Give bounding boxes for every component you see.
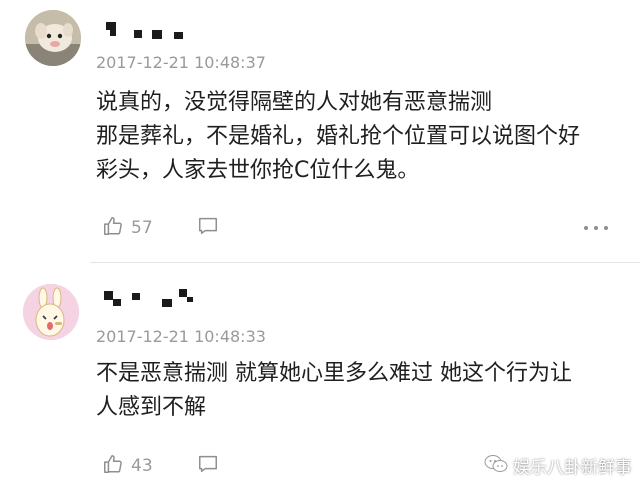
comment-text-line: 说真的，没觉得隔壁的人对她有恶意揣测 (96, 90, 493, 115)
comment-item-1: 2017-12-21 10:48:37 说真的，没觉得隔壁的人对她有恶意揣测 那… (0, 0, 640, 262)
comment-timestamp: 2017-12-21 10:48:33 (96, 327, 266, 346)
avatar[interactable] (23, 284, 79, 340)
watermark: 娱乐八卦新鲜事 (484, 453, 632, 478)
comment-text-line: 不是恶意揣测 就算她心里多么难过 她这个行为让 (96, 361, 572, 386)
like-count: 57 (131, 218, 153, 238)
comment-timestamp: 2017-12-21 10:48:37 (96, 53, 266, 72)
more-button[interactable] (584, 226, 608, 230)
comment-actions: 43 (102, 453, 219, 479)
like-button[interactable]: 57 (102, 215, 153, 241)
thumbs-up-icon (102, 215, 124, 241)
reply-button[interactable] (197, 215, 219, 241)
comment-text-line: 那是葬礼，不是婚礼，婚礼抢个位置可以说图个好 (96, 124, 581, 149)
comment-text: 不是恶意揣测 就算她心里多么难过 她这个行为让 人感到不解 (96, 357, 572, 425)
thumbs-up-icon (102, 453, 124, 479)
comment-bubble-icon (197, 215, 219, 241)
comment-text-line: 人感到不解 (96, 395, 207, 420)
wechat-icon (484, 454, 508, 478)
comment-text-line: 彩头，人家去世你抢C位什么鬼。 (96, 158, 420, 183)
comment-actions: 57 (102, 215, 219, 241)
avatar[interactable] (25, 10, 81, 66)
comment-text: 说真的，没觉得隔壁的人对她有恶意揣测 那是葬礼，不是婚礼，婚礼抢个位置可以说图个… (96, 86, 580, 188)
watermark-text: 娱乐八卦新鲜事 (513, 458, 632, 478)
comment-bubble-icon (197, 453, 219, 479)
like-button[interactable]: 43 (102, 453, 153, 479)
like-count: 43 (131, 456, 153, 476)
comment-item-2: 2017-12-21 10:48:33 不是恶意揣测 就算她心里多么难过 她这个… (0, 263, 640, 494)
reply-button[interactable] (197, 453, 219, 479)
more-dots-icon (584, 226, 588, 230)
